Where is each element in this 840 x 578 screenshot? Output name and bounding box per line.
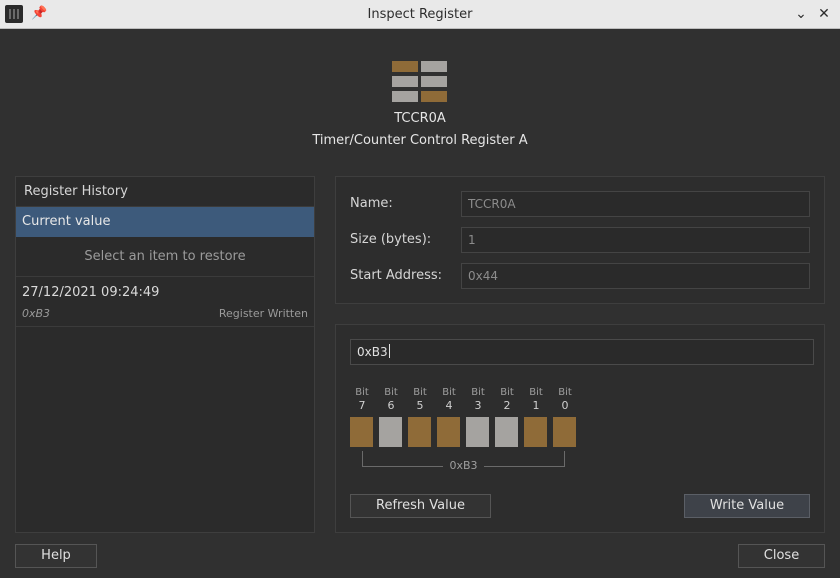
bit-index: 1 <box>532 399 540 412</box>
close-icon[interactable]: ✕ <box>814 4 834 24</box>
close-button[interactable]: Close <box>738 544 825 568</box>
bit-index: 0 <box>561 399 569 412</box>
register-value-panel: 0xB3 Bit 7 Bit 6 Bit 5 Bit 4 Bit 3 Bit 2 Bit 1 Bit 0 0x… <box>335 324 825 533</box>
restore-hint: Select an item to restore <box>16 237 314 277</box>
bit-toggle-3[interactable] <box>466 417 489 447</box>
bit-index: 2 <box>503 399 511 412</box>
bit-toggle-2[interactable] <box>495 417 518 447</box>
bit-word: Bit <box>558 387 572 398</box>
bit-toggle-5[interactable] <box>408 417 431 447</box>
bit-label-5: Bit 5 <box>408 387 432 413</box>
bit-word: Bit <box>442 387 456 398</box>
history-item-datetime: 27/12/2021 09:24:49 <box>22 285 160 300</box>
current-value-row[interactable]: Current value <box>16 207 314 237</box>
bit-label-3: Bit 3 <box>466 387 490 413</box>
bit-word: Bit <box>529 387 543 398</box>
start-address-field: 0x44 <box>461 263 810 289</box>
bit-index: 7 <box>358 399 366 412</box>
bit-label-2: Bit 2 <box>495 387 519 413</box>
bit-word: Bit <box>384 387 398 398</box>
start-address-label: Start Address: <box>350 268 443 283</box>
name-field: TCCR0A <box>461 191 810 217</box>
bit-toggle-6[interactable] <box>379 417 402 447</box>
bit-index: 3 <box>474 399 482 412</box>
refresh-value-button[interactable]: Refresh Value <box>350 494 491 518</box>
history-item-value: 0xB3 <box>22 307 51 320</box>
size-field: 1 <box>461 227 810 253</box>
write-value-button[interactable]: Write Value <box>684 494 810 518</box>
bit-index: 4 <box>445 399 453 412</box>
bit-label-4: Bit 4 <box>437 387 461 413</box>
text-caret <box>388 344 390 358</box>
register-details-panel: Name: TCCR0A Size (bytes): 1 Start Addre… <box>335 176 825 304</box>
size-label: Size (bytes): <box>350 232 432 247</box>
history-item[interactable]: 27/12/2021 09:24:49 0xB3 Register Writte… <box>16 277 314 327</box>
chevron-down-icon[interactable]: ⌄ <box>791 4 811 24</box>
history-header: Register History <box>16 177 314 207</box>
bit-index: 6 <box>387 399 395 412</box>
bit-label-6: Bit 6 <box>379 387 403 413</box>
bit-label-0: Bit 0 <box>553 387 577 413</box>
bit-word: Bit <box>471 387 485 398</box>
bit-label-7: Bit 7 <box>350 387 374 413</box>
bit-toggle-0[interactable] <box>553 417 576 447</box>
register-history-panel: Register History Current value Select an… <box>15 176 315 533</box>
register-name: TCCR0A <box>394 111 446 126</box>
bit-word: Bit <box>355 387 369 398</box>
register-value-text: 0xB3 <box>357 345 388 359</box>
title-bar: 📌 Inspect Register ⌄ ✕ <box>0 0 840 29</box>
bit-index: 5 <box>416 399 424 412</box>
byte-value-label: 0xB3 <box>362 459 565 472</box>
bit-toggle-4[interactable] <box>437 417 460 447</box>
register-value-input[interactable]: 0xB3 <box>350 339 814 365</box>
history-item-action: Register Written <box>218 307 308 320</box>
bit-label-1: Bit 1 <box>524 387 548 413</box>
bit-word: Bit <box>413 387 427 398</box>
bit-toggle-1[interactable] <box>524 417 547 447</box>
window-title: Inspect Register <box>367 7 473 22</box>
register-description: Timer/Counter Control Register A <box>312 133 528 148</box>
bit-word: Bit <box>500 387 514 398</box>
register-icon <box>392 61 448 104</box>
name-label: Name: <box>350 196 393 211</box>
help-button[interactable]: Help <box>15 544 97 568</box>
bit-toggle-7[interactable] <box>350 417 373 447</box>
